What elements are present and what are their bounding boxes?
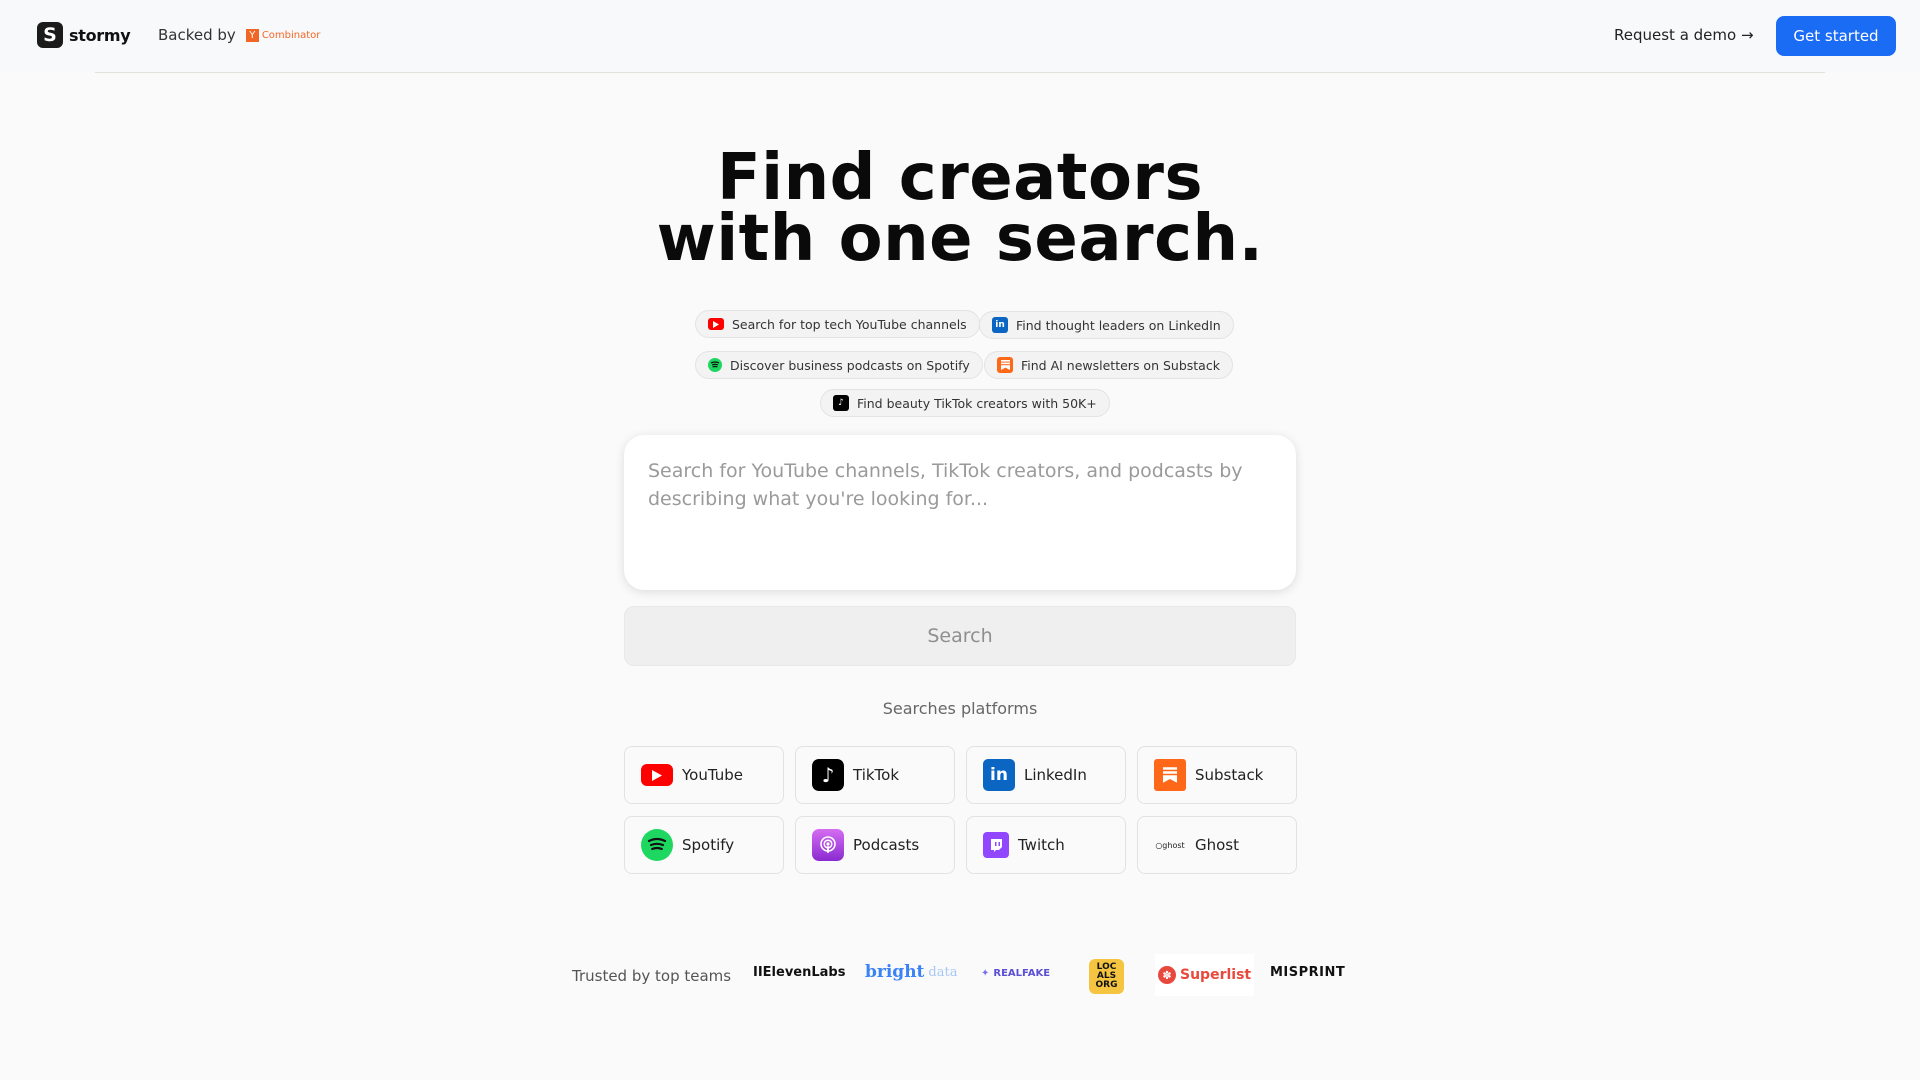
misprint-logo: MISPRINT xyxy=(1270,965,1345,980)
brightdata-logo: bright data xyxy=(865,962,957,982)
localsorg-logo-text: LOC ALS ORG xyxy=(1095,962,1118,990)
platform-label: Podcasts xyxy=(853,836,920,854)
suggestion-chip-linkedin[interactable]: in Find thought leaders on LinkedIn xyxy=(979,311,1234,339)
youtube-icon xyxy=(708,318,724,330)
localsorg-logo: LOC ALS ORG xyxy=(1089,959,1124,994)
platform-substack[interactable]: Substack xyxy=(1137,746,1297,804)
superlist-icon: ✽ xyxy=(1158,966,1176,984)
request-demo-link[interactable]: Request a demo → xyxy=(1614,26,1754,44)
logo[interactable]: S stormy xyxy=(37,22,131,48)
logo-text: stormy xyxy=(69,25,131,45)
y-combinator-logo: Y Combinator xyxy=(245,28,321,42)
superlist-logo-text: Superlist xyxy=(1180,967,1252,983)
logo-mark-icon: S xyxy=(37,22,63,48)
platform-podcasts[interactable]: Podcasts xyxy=(795,816,955,874)
platform-label: Ghost xyxy=(1195,836,1240,854)
suggestion-label: Discover business podcasts on Spotify xyxy=(730,357,970,373)
backed-by-label: Backed by xyxy=(158,26,236,44)
tiktok-icon: ♪ xyxy=(812,759,844,791)
realfake-logo: ✦ REALFAKE xyxy=(981,968,1050,979)
podcasts-icon xyxy=(812,829,844,861)
linkedin-icon: in xyxy=(983,759,1015,791)
hero-line-2: with one search. xyxy=(656,202,1264,276)
top-nav: S stormy Backed by Y Combinator Request … xyxy=(0,0,1920,72)
platform-ghost[interactable]: ○ghost Ghost xyxy=(1137,816,1297,874)
brightdata-logo-text: bright xyxy=(865,962,925,982)
search-input[interactable] xyxy=(648,457,1272,568)
suggestion-chip-tiktok[interactable]: ♪ Find beauty TikTok creators with 50K+ xyxy=(820,389,1110,417)
suggestion-label: Find AI newsletters on Substack xyxy=(1021,357,1220,373)
brightdata-logo-sub: data xyxy=(928,964,958,980)
substack-icon xyxy=(1154,759,1186,791)
hero-line-1: Find creators xyxy=(716,141,1204,215)
ghost-icon: ○ghost xyxy=(1155,840,1185,850)
substack-icon xyxy=(997,357,1013,373)
platform-label: Spotify xyxy=(682,836,735,854)
spotify-icon xyxy=(641,829,673,861)
platforms-label: Searches platforms xyxy=(882,699,1038,718)
elevenlabs-logo: IIElevenLabs xyxy=(753,965,845,980)
yc-text: Combinator xyxy=(261,29,321,41)
suggestion-chip-spotify[interactable]: Discover business podcasts on Spotify xyxy=(695,351,983,379)
elevenlabs-logo-text: IIElevenLabs xyxy=(753,965,846,980)
platform-label: YouTube xyxy=(682,766,743,784)
platform-youtube[interactable]: YouTube xyxy=(624,746,784,804)
suggestion-chip-youtube[interactable]: Search for top tech YouTube channels xyxy=(695,310,980,338)
superlist-logo: ✽ Superlist xyxy=(1155,954,1255,996)
suggestion-label: Find thought leaders on LinkedIn xyxy=(1016,317,1221,333)
platform-label: LinkedIn xyxy=(1024,766,1087,784)
get-started-button[interactable]: Get started xyxy=(1776,16,1896,56)
search-box xyxy=(624,435,1296,590)
misprint-logo-text: MISPRINT xyxy=(1270,965,1346,980)
trusted-label: Trusted by top teams xyxy=(572,967,732,985)
linkedin-icon: in xyxy=(992,317,1008,333)
backed-by: Backed by Y Combinator xyxy=(158,26,320,44)
suggestion-chip-substack[interactable]: Find AI newsletters on Substack xyxy=(984,351,1233,379)
sparkle-icon: ✦ xyxy=(981,968,990,979)
search-button[interactable]: Search xyxy=(624,606,1296,666)
suggestion-label: Search for top tech YouTube channels xyxy=(732,316,967,332)
platform-tiktok[interactable]: ♪ TikTok xyxy=(795,746,955,804)
platform-label: TikTok xyxy=(853,766,900,784)
twitch-icon xyxy=(983,832,1009,858)
spotify-icon xyxy=(708,358,722,372)
youtube-icon xyxy=(641,764,673,786)
platform-label: Twitch xyxy=(1018,836,1065,854)
tiktok-icon: ♪ xyxy=(833,395,849,411)
hero-title: Find creators with one search. xyxy=(0,141,1920,276)
platform-spotify[interactable]: Spotify xyxy=(624,816,784,874)
nav-divider xyxy=(95,72,1825,73)
realfake-logo-text: REALFAKE xyxy=(993,968,1051,979)
platform-label: Substack xyxy=(1195,766,1264,784)
suggestion-label: Find beauty TikTok creators with 50K+ xyxy=(857,395,1097,411)
platform-twitch[interactable]: Twitch xyxy=(966,816,1126,874)
platform-linkedin[interactable]: in LinkedIn xyxy=(966,746,1126,804)
yc-icon: Y xyxy=(245,28,259,42)
